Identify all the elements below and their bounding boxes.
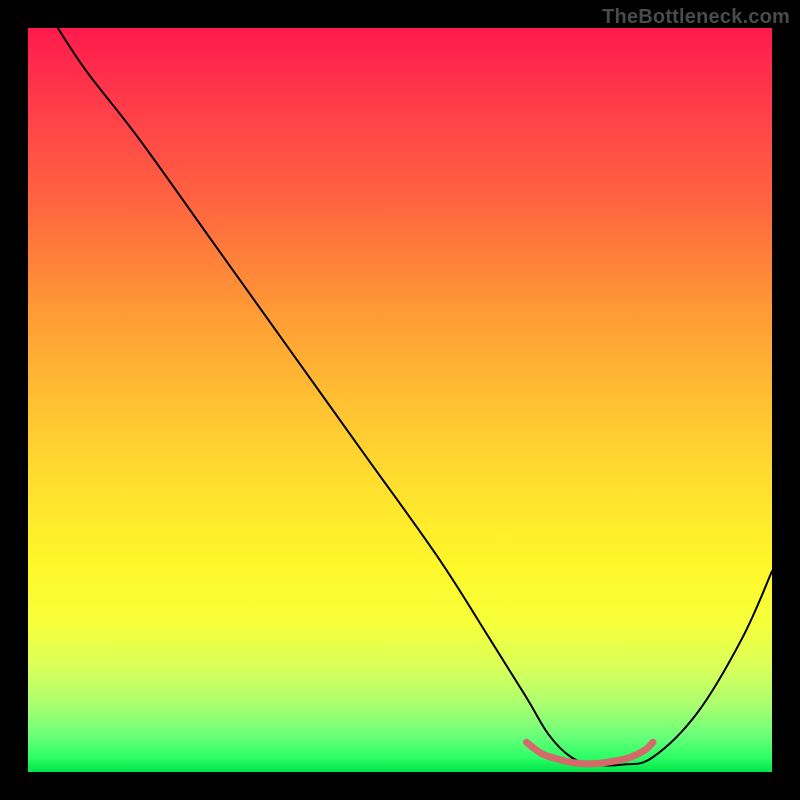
series-optimal-range [526, 742, 652, 764]
chart-svg [28, 28, 772, 772]
watermark-text: TheBottleneck.com [602, 6, 790, 29]
series-curve [58, 28, 772, 766]
series-layer [58, 28, 772, 766]
plot-area [28, 28, 772, 772]
chart-frame: TheBottleneck.com [0, 0, 800, 800]
